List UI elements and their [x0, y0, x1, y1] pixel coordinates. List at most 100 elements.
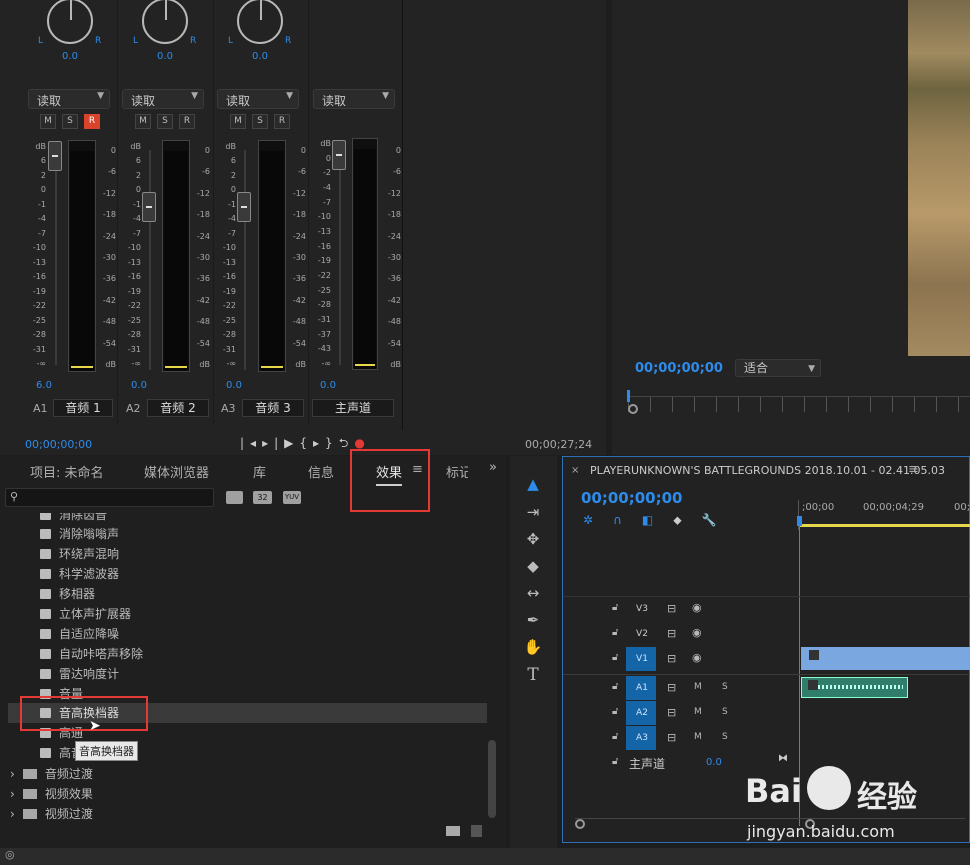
nest-icon[interactable]: ✲	[583, 513, 613, 527]
lock-icon[interactable]: 🔓︎	[612, 652, 618, 663]
folder-video-effects[interactable]: › 视频效果	[10, 784, 93, 804]
solo-track-button[interactable]: S	[722, 732, 728, 742]
go-to-out-icon[interactable]: ▸|	[262, 436, 284, 450]
loop-icon[interactable]: {▸}	[299, 436, 338, 450]
sync-lock-icon[interactable]: ⊟	[667, 731, 676, 744]
playhead-marker[interactable]	[797, 516, 802, 526]
solo-button[interactable]: S	[157, 114, 173, 129]
pan-value[interactable]: 0.0	[240, 51, 280, 62]
pan-knob[interactable]	[142, 0, 188, 44]
folder-video-transitions[interactable]: › 视频过渡	[10, 804, 93, 823]
tab-project[interactable]: 项目: 未命名	[30, 462, 104, 481]
volume-fader[interactable]	[237, 192, 251, 222]
automation-mode-select[interactable]: 读取 ▼	[217, 89, 299, 109]
volume-fader[interactable]	[332, 140, 346, 170]
mute-button[interactable]: M	[135, 114, 151, 129]
list-item[interactable]: 科学滤波器	[40, 564, 119, 584]
panel-menu-icon[interactable]: ≡	[908, 462, 919, 477]
more-tabs-icon[interactable]: »	[489, 460, 497, 475]
pan-knob[interactable]	[237, 0, 283, 44]
settings-wrench-icon[interactable]: 🔧	[702, 513, 737, 527]
list-item[interactable]: 立体声扩展器	[40, 604, 131, 624]
list-item[interactable]: 移相器	[40, 584, 95, 604]
monitor-scroll-handle[interactable]	[628, 404, 638, 414]
mute-button[interactable]: M	[230, 114, 246, 129]
tab-info[interactable]: 信息	[308, 462, 334, 481]
effects-scrollbar[interactable]	[488, 740, 496, 818]
hand-tool-icon[interactable]: ✋	[522, 638, 544, 656]
volume-fader[interactable]	[48, 141, 62, 171]
volume-value[interactable]: 0.0	[308, 380, 348, 391]
track-label-v2[interactable]: V2	[635, 629, 649, 639]
sequence-tab[interactable]: PLAYERUNKNOWN'S BATTLEGROUNDS 2018.10.01…	[590, 464, 945, 477]
marker-icon[interactable]: ⬥	[673, 513, 701, 527]
list-item[interactable]: 自动咔嗒声移除	[40, 644, 143, 664]
sync-lock-icon[interactable]: ⊟	[667, 602, 676, 615]
solo-button[interactable]: S	[62, 114, 78, 129]
tab-libraries[interactable]: 库	[253, 462, 266, 481]
automation-mode-select[interactable]: 读取 ▼	[28, 89, 110, 109]
track-select-tool-icon[interactable]: ⇥	[522, 503, 544, 521]
delete-icon[interactable]	[471, 825, 482, 837]
playhead-marker[interactable]	[627, 390, 630, 402]
lock-icon[interactable]: 🔓︎	[612, 756, 618, 767]
solo-track-button[interactable]: S	[722, 682, 728, 692]
lock-icon[interactable]: 🔓︎	[612, 602, 618, 613]
audio-clip[interactable]	[801, 677, 908, 698]
pen-tool-icon[interactable]: ✒	[522, 611, 544, 629]
track-label-a1[interactable]: A1	[635, 683, 649, 693]
video-clip[interactable]	[801, 647, 970, 670]
list-item[interactable]: 自适应降噪	[40, 624, 119, 644]
record-icon[interactable]: ●	[354, 436, 370, 450]
close-icon[interactable]: ×	[571, 465, 579, 476]
new-bin-icon[interactable]	[446, 826, 460, 836]
snap-icon[interactable]: ∩	[613, 513, 642, 527]
tab-media-browser[interactable]: 媒体浏览器	[144, 462, 209, 481]
list-item[interactable]: 消除嗡嗡声	[40, 524, 119, 544]
work-area-bar[interactable]	[799, 524, 970, 527]
volume-value[interactable]: 6.0	[24, 380, 64, 391]
master-track-value[interactable]: 0.0	[706, 757, 722, 768]
folder-audio-transitions[interactable]: › 音频过渡	[10, 764, 93, 784]
eye-icon[interactable]: ◉	[692, 626, 702, 639]
background-tasks-icon[interactable]: ◎	[5, 848, 15, 861]
slip-tool-icon[interactable]: ↔	[522, 584, 544, 602]
volume-fader[interactable]	[142, 192, 156, 222]
pan-value[interactable]: 0.0	[145, 51, 185, 62]
program-timecode[interactable]: 00;00;00;00	[635, 361, 723, 376]
yuv-effects-icon[interactable]: YUV	[283, 491, 301, 504]
play-icon[interactable]: ▶	[284, 436, 299, 450]
mute-track-button[interactable]: M	[694, 707, 702, 717]
razor-tool-icon[interactable]: ◆	[522, 557, 544, 575]
effects-search-input[interactable]: ⚲	[5, 488, 214, 507]
sync-lock-icon[interactable]: ⊟	[667, 681, 676, 694]
volume-value[interactable]: 0.0	[119, 380, 159, 391]
record-button[interactable]: R	[179, 114, 195, 129]
ripple-edit-tool-icon[interactable]: ✥	[522, 530, 544, 548]
linked-selection-icon[interactable]: ◧	[642, 513, 673, 527]
sync-lock-icon[interactable]: ⊟	[667, 652, 676, 665]
tab-markers[interactable]: 标记	[446, 462, 468, 481]
sync-lock-icon[interactable]: ⊟	[667, 627, 676, 640]
pan-value[interactable]: 0.0	[50, 51, 90, 62]
track-label-v3[interactable]: V3	[635, 604, 649, 614]
zoom-select[interactable]: 适合 ▼	[735, 359, 821, 377]
automation-mode-select[interactable]: 读取 ▼	[313, 89, 395, 109]
mute-track-button[interactable]: M	[694, 732, 702, 742]
32-bit-effects-icon[interactable]: 32	[253, 491, 272, 504]
automation-mode-select[interactable]: 读取 ▼	[122, 89, 204, 109]
go-to-in-icon[interactable]: |◂	[240, 436, 262, 450]
list-item[interactable]: 雷达响度计	[40, 664, 119, 684]
list-item[interactable]: 环绕声混响	[40, 544, 119, 564]
lock-icon[interactable]: 🔓︎	[612, 706, 618, 717]
type-tool-icon[interactable]: T	[522, 665, 544, 685]
solo-track-button[interactable]: S	[722, 707, 728, 717]
mixer-timecode[interactable]: 00;00;00;00	[25, 438, 92, 451]
solo-button[interactable]: S	[252, 114, 268, 129]
sync-lock-icon[interactable]: ⊟	[667, 706, 676, 719]
track-label-a3[interactable]: A3	[635, 733, 649, 743]
record-button[interactable]: R	[274, 114, 290, 129]
loop-play-icon[interactable]: ⮌	[339, 436, 355, 450]
eye-icon[interactable]: ◉	[692, 651, 702, 664]
eye-icon[interactable]: ◉	[692, 601, 702, 614]
